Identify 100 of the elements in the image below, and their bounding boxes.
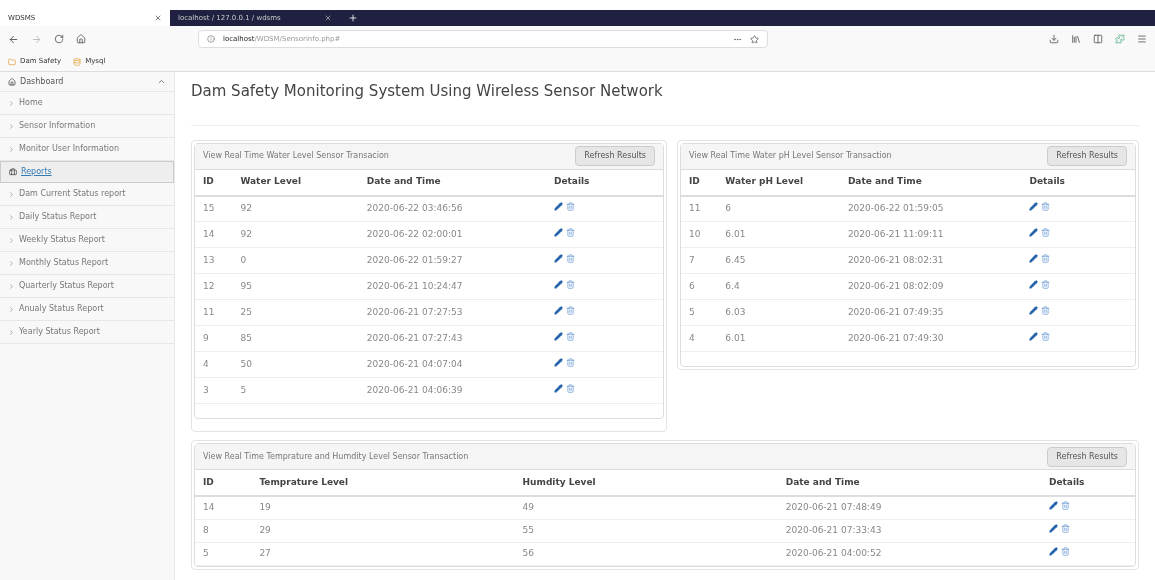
trash-icon[interactable] xyxy=(566,202,575,211)
table-cell: 2020-06-22 01:59:05 xyxy=(847,203,944,213)
table-cell: 11 xyxy=(203,306,215,317)
table-cell: 2020-06-21 04:07:04 xyxy=(366,358,463,369)
table-cell: 4 xyxy=(203,358,209,369)
table-cell: 6.01 xyxy=(725,332,746,343)
table-cell: 27 xyxy=(259,547,271,558)
bullet-icon xyxy=(8,213,15,221)
close-icon[interactable] xyxy=(154,14,162,22)
library-icon[interactable] xyxy=(1071,34,1081,44)
bullet-icon xyxy=(8,99,15,107)
edit-icon[interactable] xyxy=(554,202,563,211)
table-cell: 50 xyxy=(240,358,252,369)
star-icon[interactable] xyxy=(750,34,759,44)
table-cell: 6.01 xyxy=(725,228,746,239)
bullet-icon xyxy=(8,190,15,198)
table-cell: 14 xyxy=(203,228,215,239)
table-cell: 56 xyxy=(522,547,535,558)
table-cell: 2020-06-21 07:48:49 xyxy=(785,502,882,512)
edit-icon[interactable] xyxy=(1048,523,1058,533)
reload-icon[interactable] xyxy=(54,34,64,44)
edit-icon[interactable] xyxy=(554,331,563,341)
table-cell: 2020-06-21 04:06:39 xyxy=(366,384,463,395)
folder-icon xyxy=(8,57,16,66)
edit-icon[interactable] xyxy=(1029,253,1039,263)
sidebar-item[interactable]: Quarterly Status Report xyxy=(0,275,174,298)
new-tab-icon[interactable] xyxy=(348,13,358,23)
column-header: Date and Time xyxy=(366,176,441,187)
table-cell: 2020-06-21 07:49:35 xyxy=(847,306,944,317)
refresh-button[interactable]: Refresh Results xyxy=(1047,446,1127,467)
table-cell: 2020-06-21 08:02:09 xyxy=(847,280,944,291)
table-cell: 6 xyxy=(689,280,695,291)
home-icon[interactable] xyxy=(76,34,86,44)
edit-icon[interactable] xyxy=(1048,546,1058,556)
table-cell: 2020-06-21 04:00:52 xyxy=(785,547,882,558)
edit-icon[interactable] xyxy=(1029,305,1039,315)
table-cell: 2020-06-21 10:24:47 xyxy=(366,280,463,291)
table-cell: 12 xyxy=(203,280,215,291)
sidebar-section[interactable]: Reports xyxy=(0,161,174,183)
table-cell: 9 xyxy=(203,332,209,343)
column-header: Water pH Level xyxy=(725,176,803,187)
bullet-icon xyxy=(8,328,15,336)
bullet-icon xyxy=(8,145,15,153)
extension-icon[interactable] xyxy=(1115,34,1125,44)
table-cell: 6 xyxy=(725,203,732,213)
column-header: Details xyxy=(1048,476,1085,487)
sidebar-item[interactable]: Weekly Status Report xyxy=(0,229,174,252)
edit-icon[interactable] xyxy=(554,253,563,263)
table-cell: 5 xyxy=(203,547,209,558)
edit-icon[interactable] xyxy=(554,383,563,393)
table-cell: 13 xyxy=(203,254,215,265)
sidebar-item[interactable]: Daily Status Report xyxy=(0,206,174,229)
table-cell: 11 xyxy=(689,203,701,213)
bullet-icon xyxy=(8,282,15,290)
table-cell: 29 xyxy=(259,524,271,535)
bullet-icon xyxy=(8,236,15,244)
collapse-icon[interactable] xyxy=(157,77,166,86)
table-cell: 15 xyxy=(203,203,215,213)
sidebar-item[interactable]: Anualy Status Report xyxy=(0,298,174,321)
sidebar-item[interactable]: Yearly Status Report xyxy=(0,321,174,344)
sidebar-icon[interactable] xyxy=(1093,34,1103,44)
menu-icon[interactable] xyxy=(1137,34,1147,44)
table-cell: 92 xyxy=(240,203,252,213)
sidebar-section[interactable]: Dashboard xyxy=(0,72,174,92)
edit-icon[interactable] xyxy=(1029,227,1039,237)
sidebar-item[interactable]: Sensor Information xyxy=(0,115,174,138)
table-cell: 2020-06-21 07:27:53 xyxy=(366,306,463,317)
refresh-button[interactable]: Refresh Results xyxy=(1047,146,1127,166)
column-header: Date and Time xyxy=(847,176,922,187)
edit-icon[interactable] xyxy=(554,227,563,237)
back-icon[interactable] xyxy=(8,33,19,45)
bullet-icon xyxy=(8,305,15,313)
sidebar-item[interactable]: Dam Current Status report xyxy=(0,183,174,206)
column-header: ID xyxy=(203,176,214,187)
download-icon[interactable] xyxy=(1049,34,1059,44)
refresh-button[interactable]: Refresh Results xyxy=(575,146,655,166)
database-icon xyxy=(73,57,82,66)
table-cell: 10 xyxy=(689,228,701,239)
table-cell: 14 xyxy=(203,502,215,512)
edit-icon[interactable] xyxy=(554,305,563,315)
column-header: Details xyxy=(1029,176,1065,187)
sidebar-item[interactable]: Monthly Status Report xyxy=(0,252,174,275)
column-header: Details xyxy=(554,176,590,187)
table-cell: 25 xyxy=(240,306,252,317)
column-header: ID xyxy=(203,476,214,487)
edit-icon[interactable] xyxy=(554,357,563,367)
edit-icon[interactable] xyxy=(1029,331,1039,341)
edit-icon[interactable] xyxy=(554,279,563,289)
edit-icon[interactable] xyxy=(1029,202,1039,211)
info-icon xyxy=(207,35,215,43)
briefcase-icon xyxy=(9,168,17,176)
panel-title: View Real Time Temprature and Humdity Level Sensor Transaction xyxy=(203,450,469,463)
sidebar-item[interactable]: Home xyxy=(0,92,174,115)
table-cell: 85 xyxy=(240,332,252,343)
edit-icon[interactable] xyxy=(1048,501,1058,510)
table-cell: 6.03 xyxy=(725,306,746,317)
table-cell: 5 xyxy=(240,384,247,395)
panel-title: View Real Time Water pH Level Sensor Transaction xyxy=(689,150,892,162)
table-cell: 19 xyxy=(259,502,271,512)
edit-icon[interactable] xyxy=(1029,279,1039,289)
